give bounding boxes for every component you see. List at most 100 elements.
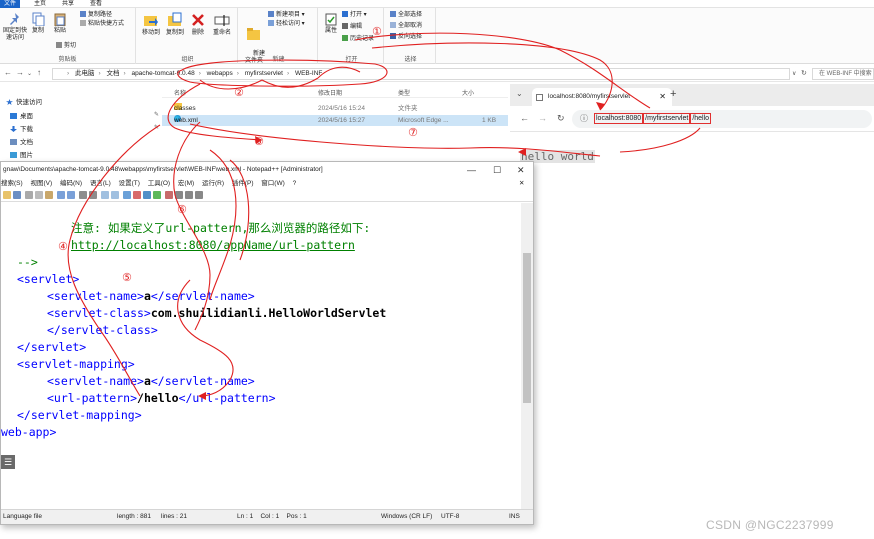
forward-arrow-icon[interactable]: →	[16, 68, 24, 77]
word-wrap-icon[interactable]	[133, 191, 141, 199]
new-folder-button[interactable]: 新建 文件夹	[242, 12, 266, 72]
forward-arrow-icon[interactable]: →	[538, 113, 547, 123]
menu-encoding[interactable]: 编码(N)	[60, 180, 82, 187]
menu-run[interactable]: 运行(R)	[202, 180, 224, 187]
open-file-icon[interactable]	[3, 191, 11, 199]
url-bar[interactable]: ⓘ localhost:8080/myfirstservlet/hello	[572, 110, 872, 128]
menu-tools[interactable]: 工具(O)	[148, 180, 170, 187]
menu-search[interactable]: 搜索(S)	[1, 180, 23, 187]
show-all-icon[interactable]	[143, 191, 151, 199]
file-row-classes[interactable]: classes 2024/5/16 15:24 文件夹	[162, 103, 508, 114]
undo-icon[interactable]	[57, 191, 65, 199]
search-input[interactable]: 在 WEB-INF 中搜索	[812, 68, 874, 80]
copy-button[interactable]: 复制	[30, 12, 46, 35]
menu-settings[interactable]: 设置(T)	[119, 180, 140, 187]
new-item-button[interactable]: 新建项目 ▾	[268, 11, 305, 19]
list-icon[interactable]: ☰	[1, 455, 15, 469]
file-row-web-xml[interactable]: web.xml 2024/5/16 15:27 Microsoft Edge .…	[162, 115, 508, 126]
replace-icon[interactable]	[89, 191, 97, 199]
record-macro-icon[interactable]	[165, 191, 173, 199]
properties-button[interactable]: 属性	[322, 12, 340, 35]
tab-share[interactable]: 共享	[58, 0, 78, 8]
zoom-out-icon[interactable]	[111, 191, 119, 199]
browser-tab[interactable]: localhost:8080/myfirstservlet ✕	[532, 88, 672, 106]
maximize-icon[interactable]: ☐	[493, 162, 501, 178]
history-button[interactable]: 历史记录	[342, 35, 374, 43]
close-doc-icon[interactable]: ✕	[519, 178, 524, 189]
column-type[interactable]: 类型	[398, 88, 410, 97]
redo-icon[interactable]	[67, 191, 75, 199]
edit-button[interactable]: 编辑	[342, 23, 362, 31]
find-icon[interactable]	[79, 191, 87, 199]
column-name[interactable]: 名称	[174, 88, 186, 97]
tab-menu-icon[interactable]: ⌄	[516, 89, 523, 98]
breadcrumb-documents[interactable]: 文档	[106, 70, 119, 77]
menu-plugins[interactable]: 插件(P)	[232, 180, 254, 187]
copy-to-button[interactable]: 复制到	[164, 12, 186, 37]
column-date[interactable]: 修改日期	[318, 88, 342, 97]
nav-item-downloads[interactable]: 下载	[10, 123, 33, 133]
cut-icon[interactable]	[25, 191, 33, 199]
tab-view[interactable]: 查看	[86, 0, 106, 8]
menu-help[interactable]: ?	[293, 180, 297, 187]
paste-label: 粘贴	[53, 28, 66, 34]
move-to-button[interactable]: 移动到	[140, 12, 162, 37]
breadcrumb-this-pc[interactable]: 此电脑	[75, 70, 95, 77]
vertical-scrollbar[interactable]	[521, 203, 533, 509]
column-size[interactable]: 大小	[462, 88, 474, 97]
up-arrow-icon[interactable]: ↑	[37, 68, 41, 77]
paste-button[interactable]: 粘贴	[52, 12, 68, 35]
reload-icon[interactable]: ↻	[557, 113, 565, 124]
copy-icon[interactable]	[35, 191, 43, 199]
new-tab-button[interactable]: +	[670, 88, 676, 100]
nav-item-desktop[interactable]: 桌面	[10, 110, 33, 120]
back-arrow-icon[interactable]: ←	[520, 113, 529, 123]
rename-button[interactable]: 重命名	[210, 12, 234, 37]
back-arrow-icon[interactable]: ←	[4, 68, 12, 77]
nav-item-quick-access[interactable]: 快速访问	[6, 96, 42, 106]
breadcrumb-web-inf[interactable]: WEB-INF	[295, 70, 322, 77]
play-macro-icon[interactable]	[185, 191, 193, 199]
dropdown-icon[interactable]: ∨	[792, 70, 796, 77]
run-macro-icon[interactable]	[195, 191, 203, 199]
tab-file[interactable]: 文件	[0, 0, 21, 8]
minimize-icon[interactable]: —	[467, 162, 476, 178]
invert-selection-button[interactable]: 反向选择	[390, 33, 422, 41]
scrollbar-thumb[interactable]	[523, 253, 531, 403]
select-all-button[interactable]: 全部选择	[390, 11, 422, 19]
close-icon[interactable]: ✕	[517, 162, 525, 178]
address-bar[interactable]: › 此电脑 › 文档 › apache-tomcat-9.0.48 › webapps…	[52, 68, 790, 80]
breadcrumb-webapps[interactable]: webapps	[207, 70, 233, 77]
code-editor[interactable]: 注意: 如果定义了url-pattern,那么浏览器的路径如下: http://…	[1, 203, 521, 509]
paste-icon[interactable]	[45, 191, 53, 199]
refresh-icon[interactable]: ↻	[801, 69, 807, 77]
menu-macro[interactable]: 宏(M)	[178, 180, 194, 187]
code-line-link[interactable]: http://localhost:8080/appName/url-patter…	[71, 237, 355, 253]
close-icon[interactable]: ✕	[659, 88, 666, 106]
pin-label: 固定到快速访问	[2, 28, 27, 41]
breadcrumb-tomcat[interactable]: apache-tomcat-9.0.48	[131, 70, 194, 77]
menu-language[interactable]: 语言(L)	[90, 180, 111, 187]
cut-button[interactable]: 剪切	[56, 42, 76, 50]
paste-shortcut-button[interactable]: 粘贴快捷方式	[80, 20, 124, 28]
nav-item-documents[interactable]: 文档	[10, 136, 33, 146]
copy-path-button[interactable]: 复制路径	[80, 11, 112, 19]
recent-locations-icon[interactable]: ⌄	[27, 70, 32, 77]
sync-scroll-icon[interactable]	[123, 191, 131, 199]
rename-icon	[214, 15, 230, 26]
breadcrumb-myfirstservlet[interactable]: myfirstservlet	[245, 70, 283, 77]
easy-access-button[interactable]: 轻松访问 ▾	[268, 20, 305, 28]
pin-quick-access-button[interactable]: 固定到快速访问	[2, 12, 28, 42]
menu-window[interactable]: 窗口(W)	[261, 180, 284, 187]
indent-guide-icon[interactable]	[153, 191, 161, 199]
select-none-button[interactable]: 全部取消	[390, 22, 422, 30]
tab-home[interactable]: 主页	[30, 0, 50, 8]
stop-macro-icon[interactable]	[175, 191, 183, 199]
nav-item-pictures[interactable]: 图片	[10, 149, 33, 159]
zoom-in-icon[interactable]	[101, 191, 109, 199]
save-icon[interactable]	[13, 191, 21, 199]
menu-view[interactable]: 视图(V)	[30, 180, 52, 187]
delete-button[interactable]: 删除	[190, 12, 206, 37]
open-button[interactable]: 打开 ▾	[342, 11, 367, 19]
new-group-label: 新建	[272, 57, 285, 63]
